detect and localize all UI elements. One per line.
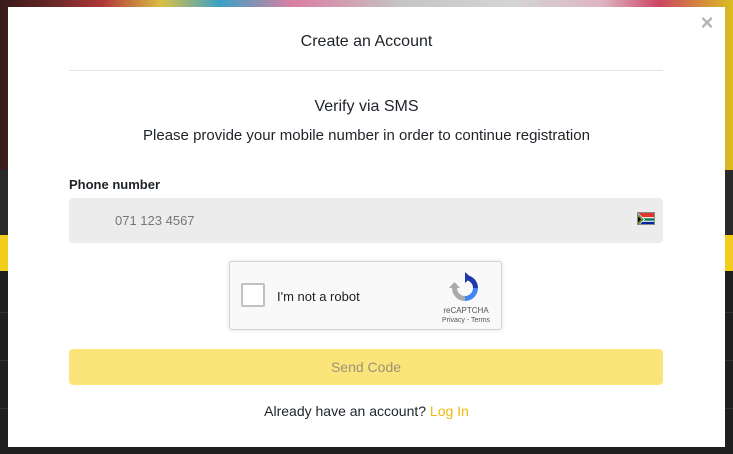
title-divider — [69, 70, 663, 71]
phone-number-input[interactable] — [115, 198, 595, 243]
login-prompt-text: Already have an account? — [264, 403, 427, 419]
login-prompt-row: Already have an account? Log In — [8, 403, 725, 419]
create-account-modal: × Create an Account Verify via SMS Pleas… — [8, 7, 725, 447]
close-icon[interactable]: × — [701, 10, 714, 35]
modal-title: Create an Account — [300, 33, 433, 50]
recaptcha-logo-icon — [449, 272, 481, 304]
close-button[interactable]: × — [695, 11, 719, 35]
log-in-link[interactable]: Log In — [430, 403, 469, 419]
phone-number-label: Phone number — [69, 177, 161, 192]
phone-number-field[interactable] — [69, 198, 663, 243]
send-code-button[interactable]: Send Code — [69, 349, 663, 385]
south-africa-flag-icon[interactable] — [637, 212, 655, 225]
recaptcha-label: I'm not a robot — [277, 289, 360, 304]
verify-title: Verify via SMS — [314, 98, 419, 115]
recaptcha-widget: I'm not a robot reCAPTCHA Privacy - Term… — [229, 261, 502, 330]
verify-description: Please provide your mobile number in ord… — [143, 127, 590, 144]
recaptcha-brand: reCAPTCHA — [443, 306, 489, 315]
recaptcha-privacy-terms-link[interactable]: Privacy - Terms — [433, 317, 499, 324]
recaptcha-checkbox[interactable] — [241, 283, 265, 307]
